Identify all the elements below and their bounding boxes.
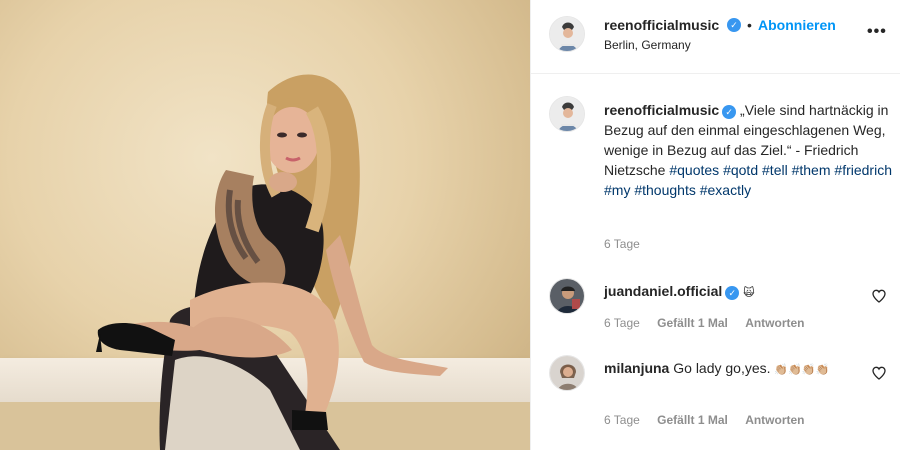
comment-username[interactable]: milanjuna bbox=[604, 360, 669, 376]
comment-meta: 6 Tage Gefällt 1 Mal Antworten bbox=[604, 413, 819, 427]
comment-timestamp[interactable]: 6 Tage bbox=[604, 316, 640, 330]
comment-item: milanjuna Go lady go,yes. 👏🏼👏🏼👏🏼👏🏼 6 Tag… bbox=[549, 355, 894, 435]
hashtag-link[interactable]: #friedrich bbox=[834, 162, 892, 178]
caption-text-block: reenofficialmusic ✓ „Viele sind hartnäcki… bbox=[604, 100, 894, 200]
hashtag-link[interactable]: #exactly bbox=[700, 182, 751, 198]
verified-badge-icon: ✓ bbox=[725, 286, 740, 300]
verified-badge-icon: ✓ bbox=[722, 105, 737, 119]
reply-button[interactable]: Antworten bbox=[745, 316, 804, 330]
hashtag-link[interactable]: #them bbox=[792, 162, 831, 178]
comment-username[interactable]: juandaniel.official bbox=[604, 283, 722, 299]
caption-author-avatar[interactable] bbox=[549, 96, 585, 132]
post-photo bbox=[0, 0, 530, 450]
hashtag-link[interactable]: #qotd bbox=[723, 162, 758, 178]
photo-woman-illustration bbox=[96, 74, 448, 450]
commenter-avatar[interactable] bbox=[549, 355, 585, 391]
comment-body: milanjuna Go lady go,yes. 👏🏼👏🏼👏🏼👏🏼 bbox=[604, 358, 854, 380]
comment-meta: 6 Tage Gefällt 1 Mal Antworten bbox=[604, 316, 819, 330]
reply-button[interactable]: Antworten bbox=[745, 413, 804, 427]
instagram-post-viewer: reenofficialmusic ✓ • Abonnieren Berlin,… bbox=[0, 0, 900, 450]
post-header: reenofficialmusic ✓ • Abonnieren Berlin,… bbox=[531, 0, 900, 74]
separator-dot: • bbox=[747, 17, 752, 33]
comment-text: Go lady go,yes. bbox=[673, 360, 771, 376]
comment-emoji: 👏🏼👏🏼👏🏼👏🏼 bbox=[774, 364, 830, 376]
hashtag-link[interactable]: #thoughts bbox=[634, 182, 696, 198]
caption-timestamp[interactable]: 6 Tage bbox=[604, 237, 640, 251]
comment-body: juandaniel.official ✓ 🙀 bbox=[604, 281, 854, 303]
commenter-avatar[interactable] bbox=[549, 278, 585, 314]
comment-likes[interactable]: Gefällt 1 Mal bbox=[657, 413, 728, 427]
verified-badge-icon: ✓ bbox=[727, 18, 741, 32]
author-username[interactable]: reenofficialmusic bbox=[604, 17, 719, 33]
comment-item: juandaniel.official ✓ 🙀 6 Tage Gefällt 1 … bbox=[549, 278, 894, 358]
post-details-panel: reenofficialmusic ✓ • Abonnieren Berlin,… bbox=[530, 0, 900, 450]
hashtag-link[interactable]: #tell bbox=[762, 162, 788, 178]
comment-likes[interactable]: Gefällt 1 Mal bbox=[657, 316, 728, 330]
post-location[interactable]: Berlin, Germany bbox=[604, 38, 691, 52]
hashtag-link[interactable]: #my bbox=[604, 182, 630, 198]
more-options-icon[interactable]: ••• bbox=[867, 23, 887, 41]
heart-outline-icon[interactable] bbox=[871, 365, 887, 381]
caption-username[interactable]: reenofficialmusic bbox=[604, 102, 719, 118]
author-avatar[interactable] bbox=[549, 16, 585, 52]
hashtag-link[interactable]: #quotes bbox=[669, 162, 719, 178]
follow-button[interactable]: Abonnieren bbox=[758, 17, 836, 33]
heart-outline-icon[interactable] bbox=[871, 288, 887, 304]
comment-timestamp[interactable]: 6 Tage bbox=[604, 413, 640, 427]
comment-emoji: 🙀 bbox=[743, 287, 755, 299]
